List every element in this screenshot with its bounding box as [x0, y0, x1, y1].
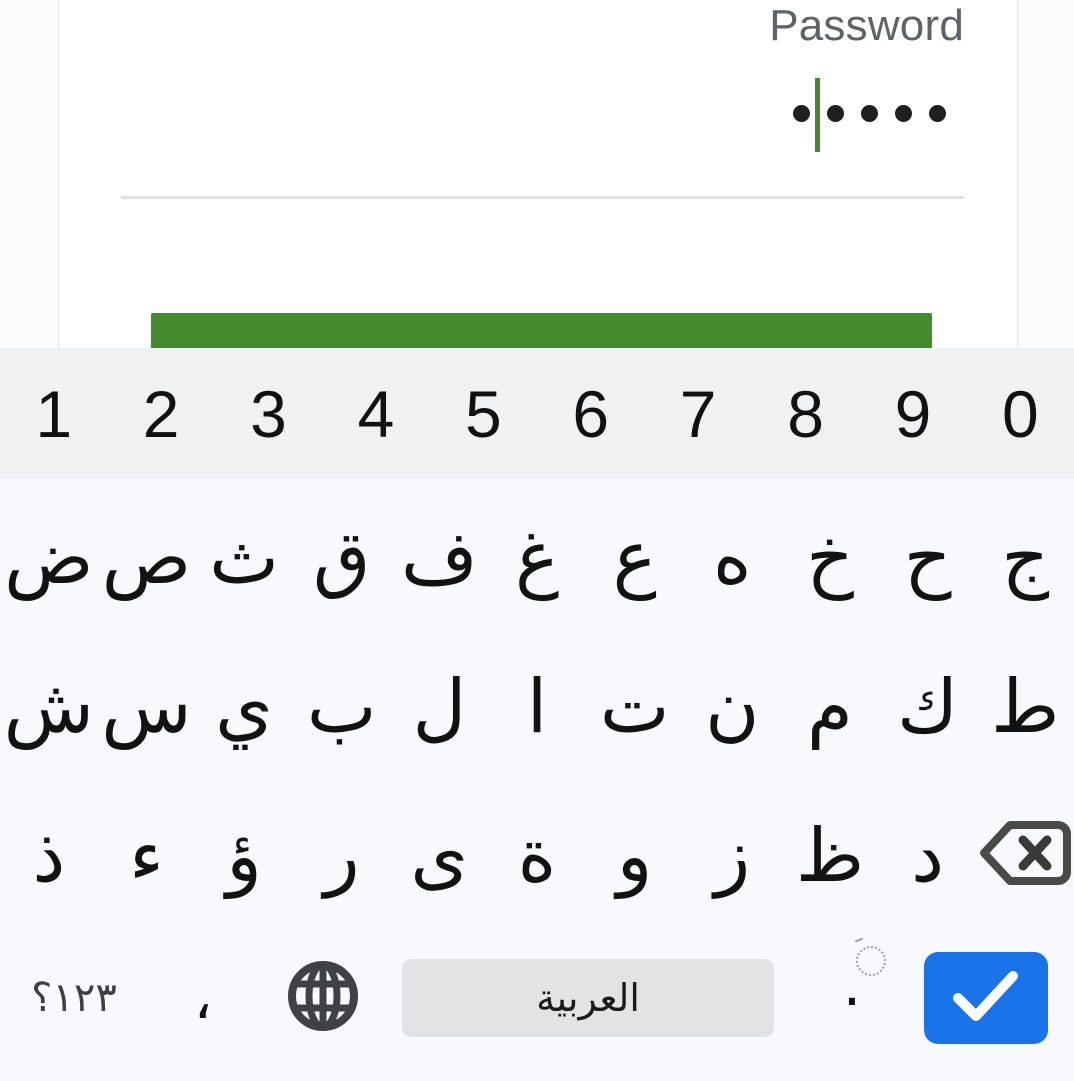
- key-letter[interactable]: غ: [488, 483, 586, 632]
- key-letter[interactable]: ء: [98, 781, 196, 930]
- key-letter[interactable]: د: [879, 781, 977, 930]
- key-digit-0[interactable]: 0: [967, 348, 1074, 479]
- app-surface: Password: [0, 0, 1074, 391]
- form-card: Password: [58, 0, 1018, 391]
- key-letter[interactable]: م: [781, 632, 879, 781]
- keyboard-number-row: 1 2 3 4 5 6 7 8 9 0: [0, 348, 1074, 479]
- key-letter[interactable]: ت: [586, 632, 684, 781]
- key-spacebar[interactable]: العربية: [402, 959, 774, 1037]
- key-letter[interactable]: ى: [391, 781, 489, 930]
- key-letter[interactable]: ف: [391, 483, 489, 632]
- key-letter[interactable]: ث: [195, 483, 293, 632]
- password-dot: [793, 104, 810, 122]
- password-dot: [827, 104, 844, 122]
- key-language-switch[interactable]: [258, 930, 388, 1066]
- key-digit-3[interactable]: 3: [215, 348, 322, 479]
- long-press-hint-icon: [856, 946, 886, 976]
- key-letter[interactable]: ظ: [781, 781, 879, 930]
- key-digit-6[interactable]: 6: [537, 348, 644, 479]
- key-digit-8[interactable]: 8: [752, 348, 859, 479]
- keyboard-letter-rows: ض ص ث ق ف غ ع ه خ ح ج ش س ي ب ل ا ت ن م …: [0, 479, 1074, 930]
- key-digit-5[interactable]: 5: [430, 348, 537, 479]
- keyboard-row-3: ذ ء ؤ ر ى ة و ز ظ د: [0, 781, 1074, 930]
- check-icon: [950, 967, 1022, 1030]
- keyboard-bottom-row: ١٢٣؟ ، العربية .: [0, 930, 1074, 1066]
- key-letter[interactable]: ع: [586, 483, 684, 632]
- key-digit-2[interactable]: 2: [107, 348, 214, 479]
- key-letter[interactable]: ص: [98, 483, 196, 632]
- key-letter[interactable]: ذ: [0, 781, 98, 930]
- key-letter[interactable]: ة: [488, 781, 586, 930]
- key-letter[interactable]: ر: [293, 781, 391, 930]
- key-enter[interactable]: [924, 952, 1048, 1044]
- key-digit-7[interactable]: 7: [644, 348, 751, 479]
- password-field-block: Password: [121, 0, 964, 156]
- key-letter[interactable]: ا: [488, 632, 586, 781]
- screen: Password 1 2 3 4 5 6 7 8 9 0 ض ص ث ق ف غ…: [0, 0, 1074, 1081]
- key-letter[interactable]: ح: [879, 483, 977, 632]
- key-letter[interactable]: ب: [293, 632, 391, 781]
- password-dot: [861, 104, 878, 122]
- key-letter[interactable]: ش: [0, 632, 98, 781]
- key-letter[interactable]: ق: [293, 483, 391, 632]
- password-field-label: Password: [769, 1, 964, 50]
- globe-icon: [285, 958, 361, 1039]
- key-letter[interactable]: ط: [976, 632, 1074, 781]
- key-symbols-toggle[interactable]: ١٢٣؟: [0, 930, 148, 1066]
- key-letter[interactable]: خ: [781, 483, 879, 632]
- key-letter[interactable]: س: [98, 632, 196, 781]
- key-letter[interactable]: و: [586, 781, 684, 930]
- key-letter[interactable]: ل: [391, 632, 489, 781]
- text-caret: [815, 78, 820, 152]
- key-digit-9[interactable]: 9: [859, 348, 966, 479]
- password-field-underline: [121, 196, 964, 199]
- key-letter[interactable]: ض: [0, 483, 98, 632]
- key-letter[interactable]: ه: [683, 483, 781, 632]
- key-period[interactable]: .: [788, 930, 916, 1066]
- password-dot: [895, 104, 912, 122]
- key-digit-1[interactable]: 1: [0, 348, 107, 479]
- virtual-keyboard: 1 2 3 4 5 6 7 8 9 0 ض ص ث ق ف غ ع ه خ ح: [0, 348, 1074, 1081]
- key-backspace[interactable]: [976, 781, 1074, 930]
- key-letter[interactable]: ز: [683, 781, 781, 930]
- password-input[interactable]: [121, 70, 964, 156]
- password-dot: [929, 104, 946, 122]
- key-letter[interactable]: ك: [879, 632, 977, 781]
- backspace-icon: [979, 820, 1072, 891]
- key-comma[interactable]: ،: [148, 930, 258, 1066]
- key-letter[interactable]: ؤ: [195, 781, 293, 930]
- key-letter[interactable]: ي: [195, 632, 293, 781]
- keyboard-row-2: ش س ي ب ل ا ت ن م ك ط: [0, 632, 1074, 781]
- key-letter[interactable]: ج: [976, 483, 1074, 632]
- key-letter[interactable]: ن: [683, 632, 781, 781]
- key-digit-4[interactable]: 4: [322, 348, 429, 479]
- keyboard-row-1: ض ص ث ق ف غ ع ه خ ح ج: [0, 483, 1074, 632]
